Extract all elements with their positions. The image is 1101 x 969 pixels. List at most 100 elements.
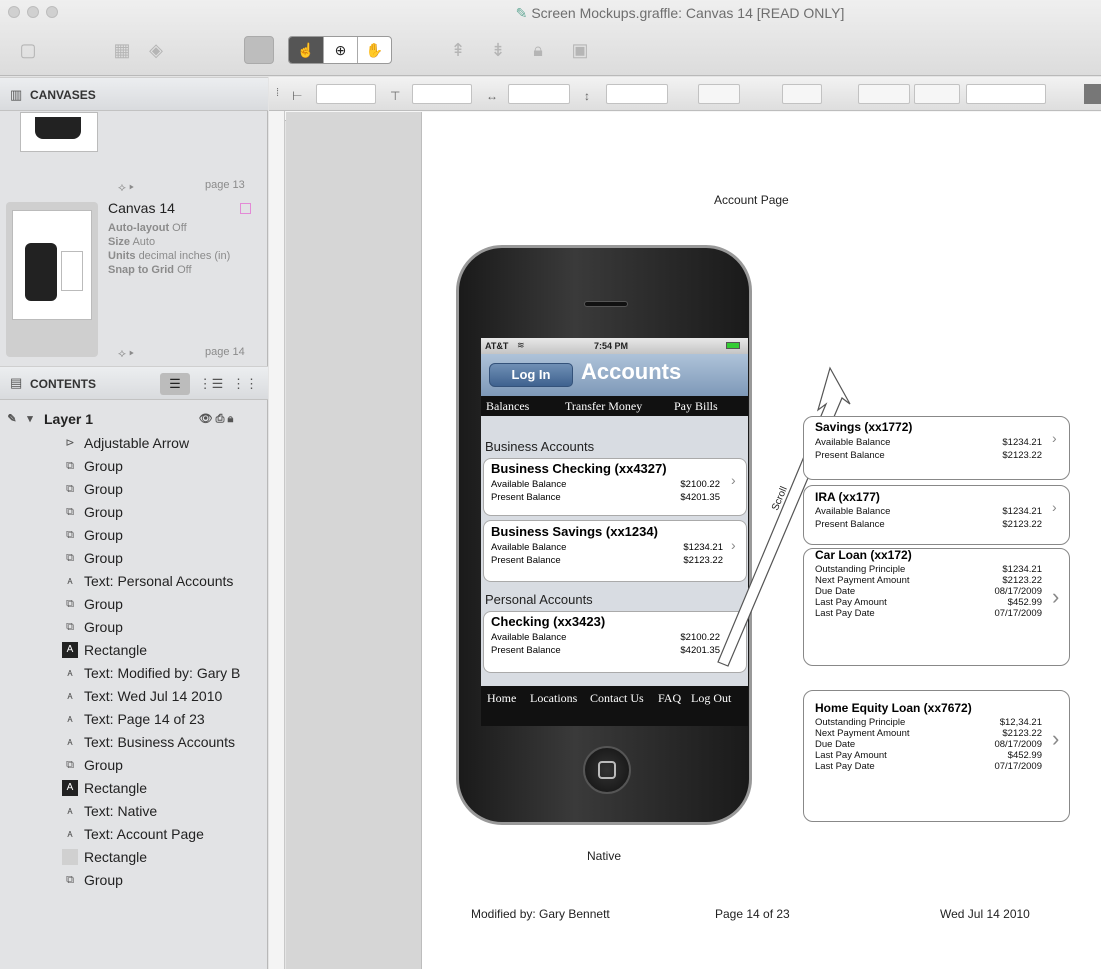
tab-home[interactable]: Home [487,691,516,706]
contents-item[interactable]: ⧉ Group [0,754,268,777]
tab-balances[interactable]: Balances [486,399,529,414]
contents-item[interactable]: Rectangle [0,846,268,869]
zoom-window-button[interactable] [46,6,58,18]
lock-icon[interactable]: 🔒︎ [526,36,550,64]
native-caption[interactable]: Native [587,849,621,863]
contents-icon: ▤ [10,375,23,390]
tab-transfer-money[interactable]: Transfer Money [565,399,642,414]
y-position-field[interactable] [412,84,472,104]
card-row-value: $2123.22 [1002,728,1042,739]
contents-item[interactable]: ᴀ Text: Modified by: Gary B [0,662,268,685]
contents-item[interactable]: A Rectangle [0,777,268,800]
contents-item-label: Group [84,872,123,888]
contents-item[interactable]: ⧉ Group [0,616,268,639]
card-row-label: Last Pay Date [815,608,875,619]
line-dropdown[interactable] [858,84,910,104]
canvas-prop-units: Units decimal inches (in) [108,250,231,262]
selection-tool-icon[interactable]: ☝ [289,37,323,63]
layer-visibility-icons[interactable]: 👁︎ ⎙ 🔒︎ [188,411,244,427]
contents-item[interactable]: ᴀ Text: Native [0,800,268,823]
text-icon: ᴀ [67,575,73,587]
contents-item[interactable]: ⧉ Group [0,478,268,501]
nav-title: Accounts [581,359,682,384]
contents-item[interactable]: ⧉ Group [0,869,268,892]
shadow-dropdown[interactable] [698,84,740,104]
contents-item-label: Rectangle [84,642,148,658]
stroke-button[interactable] [782,84,822,104]
contents-item[interactable]: ᴀ Text: Account Page [0,823,268,846]
contents-item[interactable]: ᴀ Text: Wed Jul 14 2010 [0,685,268,708]
tab-faq[interactable]: FAQ [658,691,681,706]
card-row-value: $2123.22 [1002,575,1042,586]
zoom-tool-icon[interactable]: ⊕ [323,37,357,63]
style-tool-icon[interactable]: ◈ [142,36,170,64]
minimize-window-button[interactable] [27,6,39,18]
shape-dropdown[interactable] [914,84,960,104]
contents-item[interactable]: ⧉ Group [0,593,268,616]
bring-front-icon[interactable]: ⇞ [446,36,470,64]
canvas-14-thumbnail[interactable] [12,210,92,320]
grid-view-icon[interactable]: ⋮⋮ [230,373,260,395]
height-field[interactable] [606,84,668,104]
contents-item-label: Adjustable Arrow [84,435,190,451]
footer-page-number[interactable]: Page 14 of 23 [715,907,790,921]
contents-item[interactable]: ᴀ Text: Personal Accounts [0,570,268,593]
group-icon[interactable]: ▣ [566,36,594,64]
group-icon: ⧉ [66,506,74,518]
page-13-label: page 13 [205,179,245,191]
contents-item-label: Group [84,481,123,497]
card-row-label: Present Balance [815,519,885,530]
sidebar-toggle-icon[interactable]: ▢ [14,36,42,64]
width-field[interactable] [508,84,570,104]
contents-item[interactable]: ᴀ Text: Business Accounts [0,731,268,754]
group-icon: ⧉ [66,460,74,472]
contents-item-label: Text: Native [84,803,158,819]
footer-modified[interactable]: Modified by: Gary Bennett [471,907,610,921]
contents-item-label: Text: Wed Jul 14 2010 [84,688,223,704]
tab-log-out[interactable]: Log Out [691,691,731,706]
disclosure-triangle-icon[interactable]: ▾ [22,411,38,427]
stroke-width-field[interactable] [966,84,1046,104]
text-icon: ᴀ [67,828,73,840]
tab-contact-us[interactable]: Contact Us [590,691,644,706]
contents-item[interactable]: ⧉ Group [0,501,268,524]
account-page-title[interactable]: Account Page [714,193,789,207]
card-row-label: Last Pay Date [815,761,875,772]
list-view-icon[interactable]: ☰ [160,373,190,395]
tool-segmented-control: ☝ ⊕ ✋ [288,36,392,64]
battery-icon [726,342,740,349]
chevron-right-icon: › [1052,430,1057,446]
footer-date[interactable]: Wed Jul 14 2010 [940,907,1030,921]
account-row-label: Present Balance [491,555,561,566]
tab-locations[interactable]: Locations [530,691,577,706]
text-icon: ᴀ [67,713,73,725]
contents-item[interactable]: A Rectangle [0,639,268,662]
contents-item[interactable]: ⊳ Adjustable Arrow [0,432,268,455]
canvases-panel-header[interactable]: ▥ CANVASES [0,77,268,111]
send-back-icon[interactable]: ⇟ [486,36,510,64]
layers-icon[interactable]: ⟡ ▸ [118,180,134,195]
card-row-value: $2123.22 [1002,450,1042,461]
canvas-tool-icon[interactable]: ▦ [108,36,136,64]
hierarchy-view-icon[interactable]: ⋮☰ [196,373,226,395]
account-row-label: Present Balance [491,645,561,656]
login-back-button[interactable]: Log In [489,363,573,387]
layer-row[interactable]: ✎ ▾ Layer 1 👁︎ ⎙ 🔒︎ [0,408,268,431]
contents-item[interactable]: ᴀ Text: Page 14 of 23 [0,708,268,731]
x-position-field[interactable] [316,84,376,104]
inspector-button[interactable] [244,36,274,64]
card-row-label: Next Payment Amount [815,728,910,739]
canvas-13-thumbnail[interactable] [20,112,98,152]
home-button[interactable] [583,746,631,794]
contents-panel-header[interactable]: ▤ CONTENTS ☰ ⋮☰ ⋮⋮ [0,366,268,400]
close-window-button[interactable] [8,6,20,18]
contents-item[interactable]: ⧉ Group [0,524,268,547]
contents-item[interactable]: ⧉ Group [0,455,268,478]
text-icon: ᴀ [67,667,73,679]
account-row-label: Available Balance [491,542,567,553]
contents-item[interactable]: ⧉ Group [0,547,268,570]
hand-tool-icon[interactable]: ✋ [357,37,391,63]
layers-icon[interactable]: ⟡ ▸ [118,346,134,361]
carrier-label: AT&T [485,341,509,351]
pattern-swatch[interactable] [1084,84,1101,104]
